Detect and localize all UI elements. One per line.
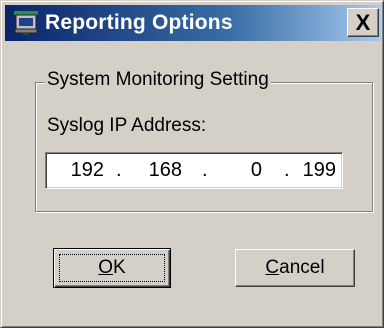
ip-octet-3[interactable]: 0 [222, 159, 262, 182]
ip-dot-1: . [116, 159, 122, 181]
system-monitoring-groupbox [35, 82, 373, 212]
ip-octet-1[interactable]: 192 [60, 159, 104, 182]
syslog-ip-input[interactable]: 192 . 168 . 0 . 199 [45, 152, 343, 189]
close-button[interactable]: X [347, 8, 379, 37]
monitor-network-icon [11, 9, 41, 37]
focus-rect [59, 254, 165, 282]
ip-dot-3: . [284, 159, 290, 181]
ip-octet-4[interactable]: 199 [292, 159, 336, 182]
cancel-label: Cancel [265, 257, 325, 278]
cancel-button[interactable]: Cancel [235, 249, 355, 287]
group-legend: System Monitoring Setting [45, 69, 271, 91]
reporting-options-dialog: Reporting Options X System Monitoring Se… [0, 0, 384, 328]
syslog-ip-label: Syslog IP Address: [47, 115, 207, 136]
window-title: Reporting Options [45, 11, 233, 34]
ip-octet-2[interactable]: 168 [138, 159, 182, 182]
close-icon: X [355, 9, 371, 35]
ip-dot-2: . [202, 159, 208, 181]
ok-button[interactable]: OK [53, 248, 171, 288]
title-bar[interactable]: Reporting Options X [5, 5, 381, 41]
